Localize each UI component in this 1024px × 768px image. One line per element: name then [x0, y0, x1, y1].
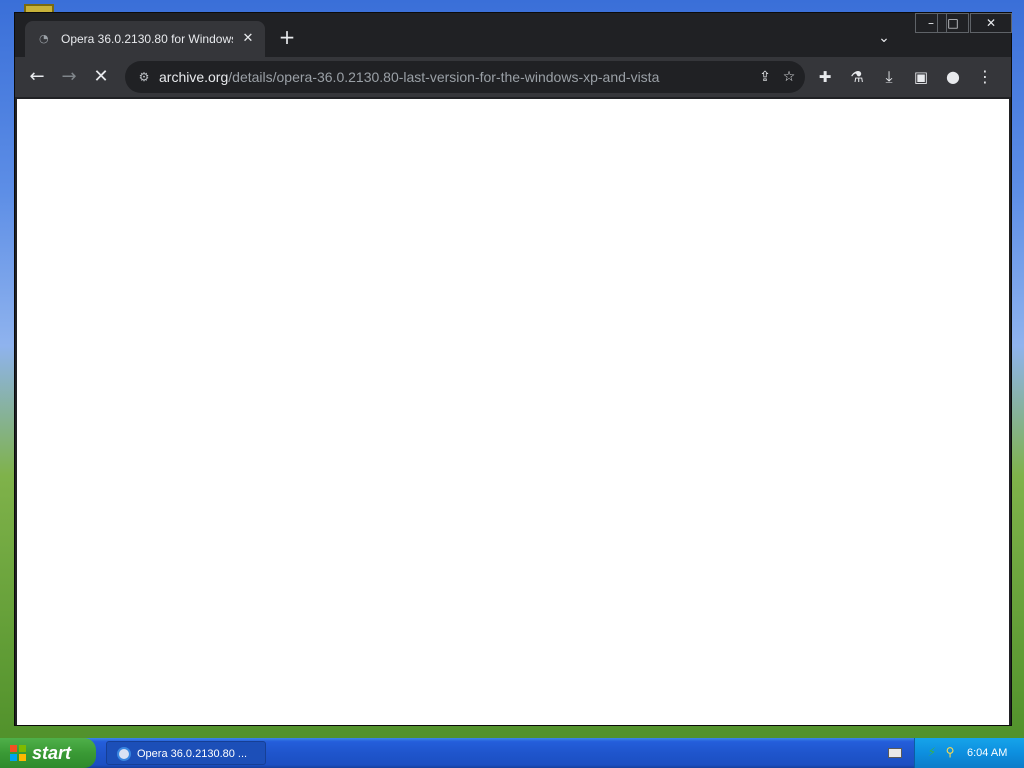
taskbar-item-browser[interactable]: Opera 36.0.2130.80 ... [106, 741, 266, 765]
browser-window: ◔ Opera 36.0.2130.80 for Windows ( ✕ + ⌄… [14, 12, 1012, 726]
download-icon[interactable]: ⤓ [875, 63, 903, 91]
url-path: /details/opera-36.0.2130.80-last-version… [228, 69, 660, 85]
page-content [17, 99, 1009, 725]
profile-icon[interactable]: ● [939, 63, 967, 91]
url-text[interactable]: archive.org/details/opera-36.0.2130.80-l… [159, 68, 719, 86]
maximize-button[interactable]: □ [937, 13, 969, 33]
close-window-button[interactable]: ✕ [970, 13, 1012, 33]
windows-logo-icon [10, 745, 26, 761]
taskbar: start Opera 36.0.2130.80 ... ⚡ ⚲ 6:04 AM [0, 738, 1024, 768]
extensions-icon[interactable]: ✚ [811, 63, 839, 91]
system-tray: ⚡ ⚲ 6:04 AM [914, 738, 1024, 768]
start-label: start [32, 743, 72, 763]
loading-icon: ◔ [39, 32, 49, 45]
tab-search-button[interactable]: ⌄ [875, 29, 893, 47]
forward-button[interactable]: → [55, 63, 83, 91]
new-tab-button[interactable]: + [277, 27, 297, 47]
tab-active[interactable]: ◔ Opera 36.0.2130.80 for Windows ( ✕ [25, 21, 265, 57]
back-button[interactable]: ← [23, 63, 51, 91]
keyboard-icon[interactable] [888, 748, 902, 758]
search-icon[interactable]: ⚲ [943, 745, 957, 759]
browser-app-icon [117, 747, 131, 761]
tab-title: Opera 36.0.2130.80 for Windows ( [61, 32, 233, 46]
clock[interactable]: 6:04 AM [967, 745, 1007, 761]
labs-icon[interactable]: ⚗ [843, 63, 871, 91]
network-icon[interactable]: ⚡ [925, 745, 939, 759]
url-host: archive.org [159, 69, 229, 85]
bookmark-star-icon[interactable]: ☆ [779, 68, 799, 86]
address-bar[interactable]: ⚙ archive.org/details/opera-36.0.2130.80… [125, 61, 805, 93]
tab-close-icon[interactable]: ✕ [239, 30, 257, 48]
site-info-icon[interactable]: ⚙ [135, 68, 153, 86]
taskbar-item-label: Opera 36.0.2130.80 ... [137, 748, 248, 760]
tab-strip: ◔ Opera 36.0.2130.80 for Windows ( ✕ + ⌄… [15, 13, 1012, 57]
menu-icon[interactable]: ⋮ [971, 63, 999, 91]
stop-loading-button[interactable]: ✕ [87, 63, 115, 91]
browser-toolbar: ← → ✕ ⚙ archive.org/details/opera-36.0.2… [15, 57, 1011, 97]
start-button[interactable]: start [0, 738, 96, 768]
share-icon[interactable]: ⇪ [755, 68, 775, 86]
side-panel-icon[interactable]: ▣ [907, 63, 935, 91]
